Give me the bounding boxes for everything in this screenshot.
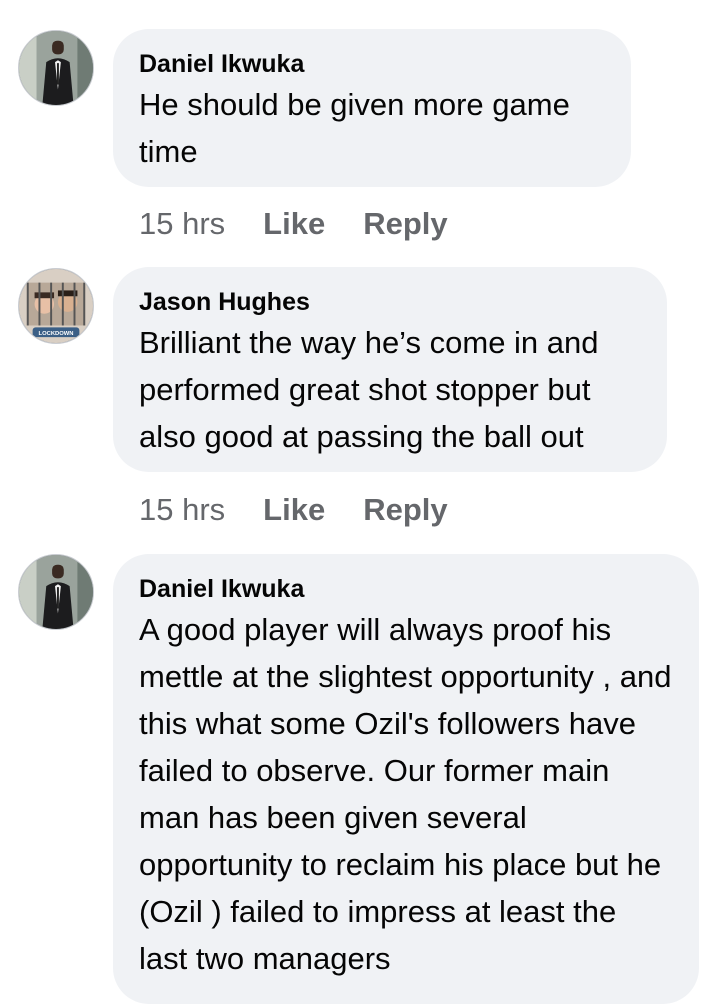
comment-text: He should be given more game time (139, 87, 570, 169)
reply-button[interactable]: Reply (363, 490, 447, 530)
like-button[interactable]: Like (263, 204, 325, 244)
comment-timestamp[interactable]: 15 hrs (139, 490, 225, 530)
comment-author[interactable]: Jason Hughes (139, 287, 641, 317)
comment-text: Brilliant the way he’s come in and perfo… (139, 325, 599, 454)
avatar[interactable] (18, 554, 94, 630)
avatar[interactable] (18, 30, 94, 106)
comment-text: A good player will always proof his mett… (139, 612, 672, 976)
comment-author[interactable]: Daniel Ikwuka (139, 574, 673, 604)
comment-actions: 15 hrs Like Reply (139, 490, 448, 530)
reply-button[interactable]: Reply (363, 204, 447, 244)
comment-bubble: Jason Hughes Brilliant the way he’s come… (113, 267, 667, 472)
man-in-suit-avatar-icon (19, 31, 93, 105)
avatar[interactable]: LOCKDOWN (18, 268, 94, 344)
comment-bubble: Daniel Ikwuka He should be given more ga… (113, 29, 631, 187)
comment-actions: 15 hrs Like Reply (139, 204, 448, 244)
comment-timestamp[interactable]: 15 hrs (139, 204, 225, 244)
avatar-caption: LOCKDOWN (39, 331, 74, 337)
comment-bubble: Daniel Ikwuka A good player will always … (113, 554, 699, 1004)
comment-author[interactable]: Daniel Ikwuka (139, 49, 605, 79)
man-in-suit-avatar-icon (19, 555, 93, 629)
like-button[interactable]: Like (263, 490, 325, 530)
lockdown-frame-avatar-icon: LOCKDOWN (19, 269, 93, 343)
